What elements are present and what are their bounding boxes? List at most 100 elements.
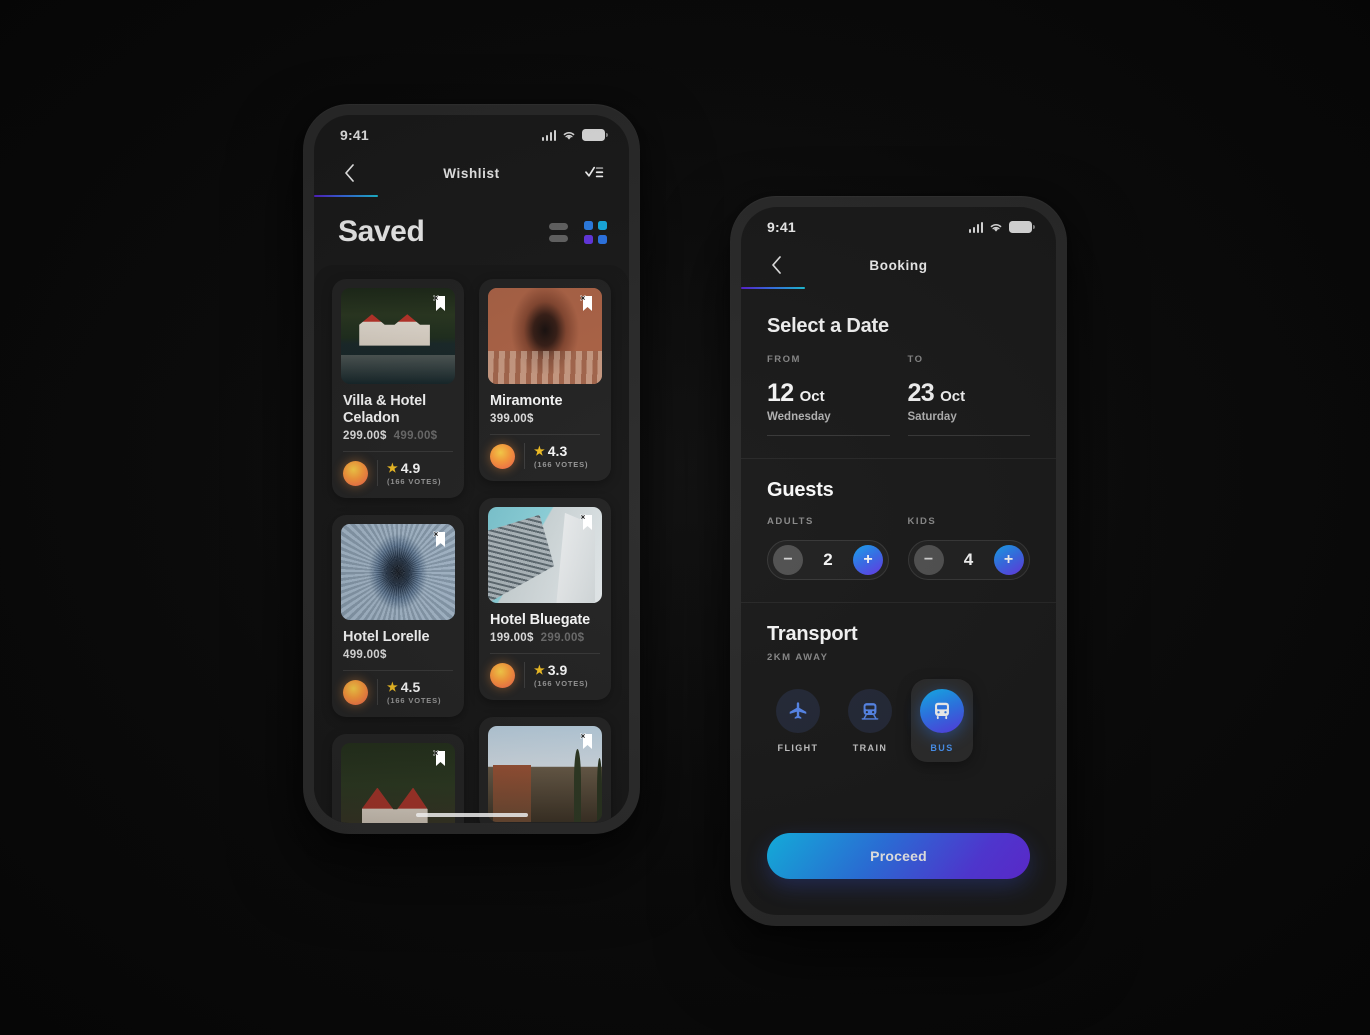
view-toggle-group [549,220,607,244]
adults-stepper[interactable]: − 2 + [767,540,889,580]
transport-option-train[interactable]: TRAIN [839,679,901,762]
date-to-underline [907,435,1030,436]
bookmark-remove-icon[interactable] [433,531,448,548]
select-date-section: Select a Date FROM 12 Oct Wednesday TO 2… [741,293,1056,458]
adults-value: 2 [823,550,833,569]
status-bar-time: 9:41 [340,127,369,143]
chevron-left-icon [771,256,781,274]
saved-cards-scroll[interactable]: Villa & Hotel Celadon 299.00$ 499.00$ ★ … [314,265,629,823]
transport-option-flight[interactable]: FLIGHT [767,679,829,762]
wishlist-screen: 9:41 Wishlist Saved Villa & Hotel Celado… [314,115,629,823]
rating-value: 4.3 [547,443,568,460]
phone-booking: 9:41 Booking Select a Date FROM 12 Oct W… [730,196,1067,926]
card-rating-row: ★ 3.9 (166 VOTES) [490,662,600,689]
date-from-month: Oct [799,388,825,405]
tab-indicator [741,287,805,289]
card-partial-forest[interactable] [332,734,464,823]
battery-icon [1009,221,1035,233]
date-to[interactable]: TO 23 Oct Saturday [907,354,1031,436]
star-icon: ★ [534,663,545,678]
card-hotel-bluegate[interactable]: Hotel Bluegate 199.00$ 299.00$ ★ 3.9 (16… [479,498,611,701]
cellular-signal-icon [541,129,556,141]
bookmark-remove-icon[interactable] [433,295,448,312]
card-miramonte[interactable]: Miramonte 399.00$ ★ 4.3 (166 VOTES) [479,279,611,482]
cards-column-left: Villa & Hotel Celadon 299.00$ 499.00$ ★ … [332,279,464,823]
rating-separator [524,443,525,470]
transport-section: Transport 2KM AWAY FLIGHT TRAIN BUS [741,603,1056,762]
kids-value: 4 [963,550,974,569]
star-icon: ★ [534,444,545,459]
avatar [343,679,368,705]
transport-label: FLIGHT [777,743,819,753]
filter-button[interactable] [581,160,607,186]
kids-stepper[interactable]: − 4 + [907,540,1030,580]
rating-separator [524,662,525,689]
navbar-spacer [1008,252,1034,278]
date-from[interactable]: FROM 12 Oct Wednesday [767,354,890,436]
transport-icon-circle [920,689,964,733]
guests-section: Guests ADULTS − 2 + KIDS − 4 + [741,459,1056,602]
airplane-icon [789,702,807,719]
chevron-left-icon [344,164,354,182]
rating-info: ★ 3.9 (166 VOTES) [534,662,588,688]
booking-body: Select a Date FROM 12 Oct Wednesday TO 2… [741,293,1056,915]
card-title: Villa & Hotel Celadon [343,393,427,427]
card-image [341,288,455,384]
date-to-month: Oct [940,388,966,405]
adults-increment-button[interactable]: + [853,545,883,575]
transport-icon-circle [776,689,820,733]
card-price-row: 199.00$ 299.00$ [490,632,602,644]
bookmark-remove-icon[interactable] [580,733,595,750]
bookmark-remove-icon[interactable] [433,750,448,767]
card-image [488,726,602,823]
card-divider [490,653,600,655]
card-villa-hotel-celadon[interactable]: Villa & Hotel Celadon 299.00$ 499.00$ ★ … [332,279,464,499]
rating-info: ★ 4.3 (166 VOTES) [534,443,588,469]
rating-votes: (166 VOTES) [534,460,589,470]
mockup-stage: 9:41 Wishlist Saved Villa & Hotel Celado… [0,0,1370,1035]
bookmark-remove-icon[interactable] [580,514,595,531]
rating-votes: (166 VOTES) [387,477,442,487]
status-bar: 9:41 [314,115,629,151]
card-partial-ruin[interactable] [479,717,611,823]
avatar [490,443,515,469]
rating-separator [377,679,378,706]
transport-subtitle: 2KM AWAY [767,652,829,663]
date-from-underline [767,435,890,436]
cards-column-right: Miramonte 399.00$ ★ 4.3 (166 VOTES) Hote… [479,279,611,823]
date-to-main: 23 Oct [908,379,1031,408]
avatar [343,460,368,486]
back-button[interactable] [763,252,789,278]
back-button[interactable] [336,160,362,186]
transport-heading: Transport [767,623,858,645]
card-divider [490,434,600,436]
card-price: 199.00$ [490,632,534,645]
saved-cards-grid: Villa & Hotel Celadon 299.00$ 499.00$ ★ … [332,279,611,823]
kids-increment-button[interactable]: + [993,545,1024,575]
card-price-old: 499.00$ [393,430,438,443]
status-bar-time: 9:41 [767,219,796,235]
card-hotel-lorelle[interactable]: Hotel Lorelle 499.00$ ★ 4.5 (166 VOTES) [332,515,464,718]
proceed-button[interactable]: Proceed [767,833,1030,879]
rating-info: ★ 4.5 (166 VOTES) [387,679,441,705]
card-price: 399.00$ [490,413,534,426]
date-to-label: TO [907,354,924,365]
grid-view-icon[interactable] [584,220,607,244]
bookmark-remove-icon[interactable] [580,295,595,312]
status-bar-icons [968,221,1035,233]
transport-option-bus[interactable]: BUS [911,679,973,762]
booking-navbar: Booking [741,243,1056,287]
card-price: 299.00$ [343,430,387,443]
star-icon: ★ [387,461,398,476]
transport-label: TRAIN [852,743,888,753]
date-to-day: 23 [907,379,935,407]
adults-decrement-button[interactable]: − [773,545,803,575]
rating-votes: (166 VOTES) [534,679,589,689]
select-date-heading: Select a Date [767,315,889,337]
kids-label: KIDS [907,516,937,527]
kids-decrement-button[interactable]: − [913,545,944,575]
date-from-weekday: Wednesday [767,411,831,423]
list-view-icon[interactable] [549,222,568,242]
date-from-label: FROM [767,354,801,365]
wifi-icon [563,131,575,140]
